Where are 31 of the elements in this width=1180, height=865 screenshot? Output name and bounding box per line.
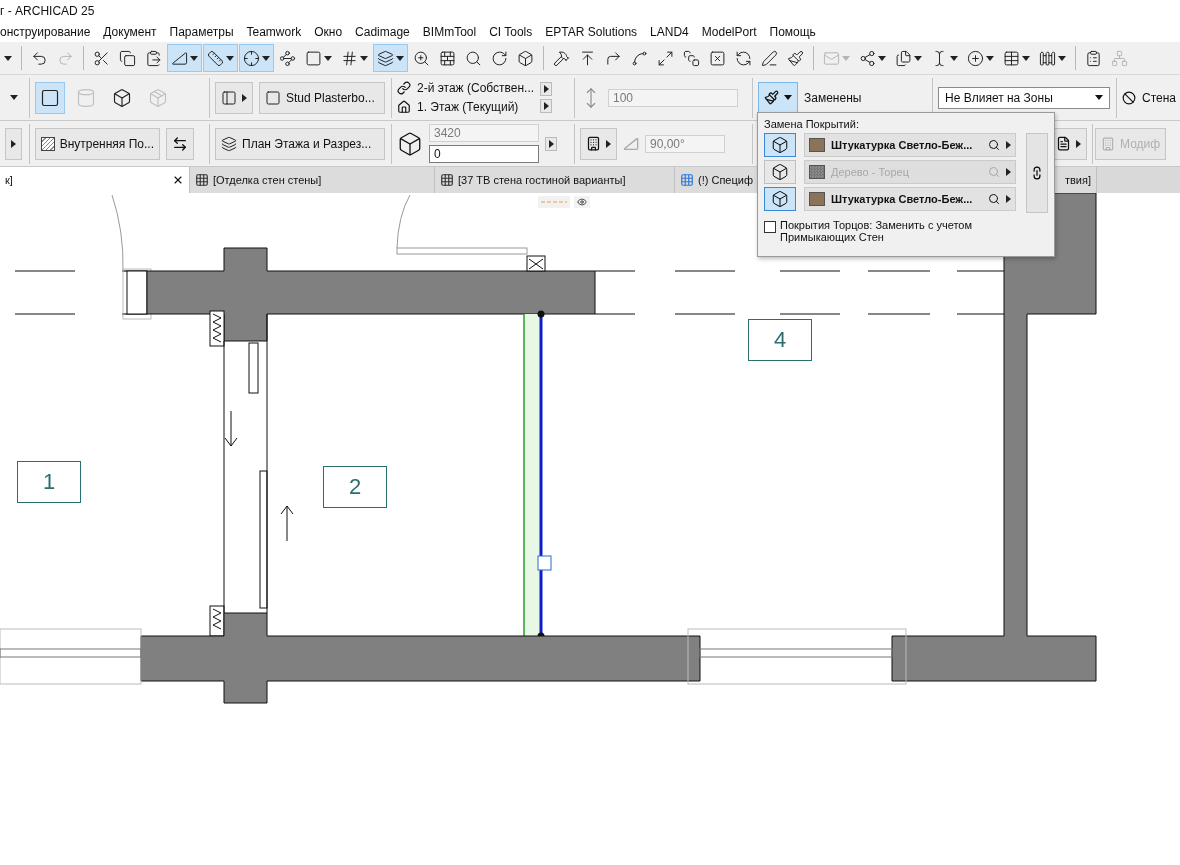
menu-item[interactable]: LAND4 — [650, 25, 689, 39]
input-field[interactable]: 0 — [429, 145, 539, 163]
menu-item[interactable]: Помощь — [769, 25, 816, 39]
material-button[interactable]: Штукатурка Светло-Беж... — [804, 187, 1016, 211]
fill-button[interactable]: Внутренняя По... — [35, 127, 160, 160]
menu-item[interactable]: BIMmTool — [422, 25, 477, 39]
zones-dropdown[interactable]: Не Влияет на Зоны — [938, 86, 1110, 109]
tab-label: твия] — [1064, 174, 1091, 186]
room-number-label: 4 — [748, 319, 812, 361]
room-number-label: 1 — [17, 461, 81, 503]
menu-item[interactable]: Cadimage — [355, 25, 410, 39]
menu-item[interactable]: Документ — [103, 25, 157, 39]
room-number-label: 2 — [323, 466, 387, 508]
checkbox-label: Покрытия Торцов: Заменить с учетом Примыкающих Стен — [780, 219, 974, 243]
floor-plan-display-button[interactable]: План Этажа и Разрез... — [215, 127, 385, 160]
material-button[interactable]: Штукатурка Светло-Беж... — [804, 133, 1016, 157]
menu-item[interactable]: Параметры — [169, 25, 234, 39]
surfaces-label: Заменены — [804, 90, 862, 105]
structure-button[interactable]: Stud Plasterbo... — [259, 81, 385, 114]
menu-item[interactable]: Окно — [314, 25, 343, 39]
element-label: Стена — [1142, 90, 1176, 105]
menu-item[interactable]: CI Tools — [489, 25, 533, 39]
window-title: г - ARCHICAD 25 — [0, 4, 95, 18]
home-story-label: 1. Этаж (Текущий) — [417, 100, 519, 114]
menu-item[interactable]: ModelPort — [701, 25, 757, 39]
menu-item[interactable]: EPTAR Solutions — [545, 25, 638, 39]
top-link-label: 2-й этаж (Собствен... — [417, 81, 535, 95]
menu-item[interactable]: онструирование — [0, 25, 91, 39]
view-tab[interactable]: к] — [0, 167, 190, 193]
popup-title: Замена Покрытий: — [764, 118, 860, 130]
menu-item[interactable]: Teamwork — [246, 25, 302, 39]
